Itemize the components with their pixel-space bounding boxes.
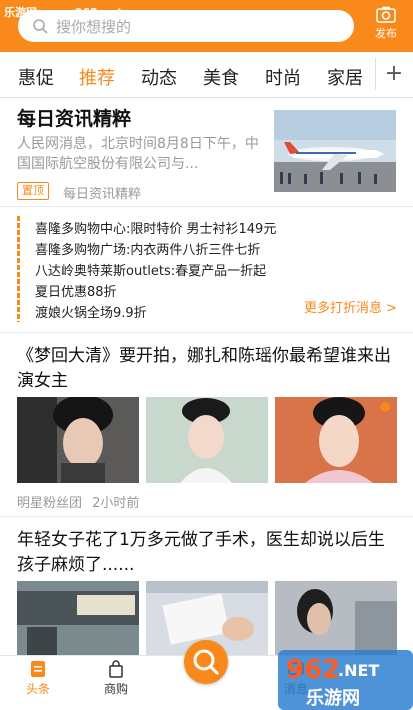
article-source: 明星粉丝团 — [17, 496, 83, 511]
svg-text:962: 962 — [286, 655, 340, 685]
svg-text:.NET: .NET — [338, 661, 379, 680]
deal-item[interactable]: 夏日优惠88折 — [35, 281, 117, 300]
top-bar: 乐游网 www.962.net 搜你想搜的 发布 — [0, 0, 413, 52]
tabs-divider — [375, 58, 376, 90]
tab-tuijian[interactable]: 推荐 — [79, 64, 115, 90]
article-title[interactable]: 年轻女子花了1万多元做了手术，医生却说以后生孩子麻烦了...... — [17, 528, 397, 578]
article-title[interactable]: 《梦回大清》要开拍，娜扎和陈瑶你最希望谁来出演女主 — [17, 344, 397, 394]
news-icon — [31, 661, 45, 677]
publish-button[interactable]: 发布 — [366, 6, 406, 41]
deal-item[interactable]: 渡娘火锅全场9.9折 — [35, 302, 147, 321]
nav-label: 头条 — [25, 682, 50, 696]
article-source: 每日资讯精粹 — [63, 187, 142, 202]
tab-dongtai[interactable]: 动态 — [141, 64, 177, 90]
article-thumbnail[interactable] — [274, 110, 396, 192]
deal-item[interactable]: 喜隆多购物广场:内衣两件八折三件七折 — [35, 239, 260, 258]
search-icon — [33, 19, 48, 34]
publish-label: 发布 — [375, 27, 397, 40]
article-image-row[interactable] — [17, 397, 397, 483]
nav-shanggou[interactable]: 商购 — [86, 660, 146, 697]
section-divider — [0, 332, 413, 333]
article-meta: 明星粉丝团 2小时前 — [17, 492, 139, 511]
article-image — [275, 397, 397, 483]
section-divider — [0, 516, 413, 517]
add-category-button[interactable]: + — [384, 60, 404, 88]
section-divider — [0, 206, 413, 207]
pinned-badge: 置顶 — [17, 182, 49, 200]
watermark-text: 乐游网 — [306, 688, 360, 709]
article-summary[interactable]: 人民网消息，北京时间8月8日下午，中国国际航空股份有限公司与... — [17, 134, 265, 174]
shopping-bag-icon — [109, 660, 123, 678]
article-image — [17, 581, 139, 655]
search-input[interactable]: 搜你想搜的 — [18, 10, 354, 42]
tab-meishi[interactable]: 美食 — [203, 64, 239, 90]
article-image — [146, 397, 268, 483]
camera-icon — [376, 6, 396, 23]
tab-jiaju[interactable]: 家居 — [327, 64, 363, 90]
search-fab-button[interactable] — [184, 640, 228, 684]
more-deals-link[interactable]: 更多打折消息 > — [304, 297, 397, 316]
deals-box: 喜隆多购物中心:限时特价 男士衬衫149元 喜隆多购物广场:内衣两件八折三件七折… — [17, 216, 397, 324]
tab-huicu[interactable]: 惠促 — [18, 64, 54, 90]
deal-item[interactable]: 八达岭奥特莱斯outlets:春夏产品一折起 — [35, 260, 266, 279]
article-title[interactable]: 每日资讯精粹 — [17, 104, 131, 131]
nav-toutiao[interactable]: 头条 — [8, 660, 68, 697]
article-image — [17, 397, 139, 483]
search-icon — [193, 649, 219, 675]
deals-accent-bar — [17, 216, 20, 322]
nav-label: 商购 — [103, 682, 128, 696]
category-tabs: 惠促 推荐 动态 美食 时尚 家居 — [0, 52, 413, 98]
tab-shishang[interactable]: 时尚 — [265, 64, 301, 90]
article-image — [275, 581, 397, 655]
deal-item[interactable]: 喜隆多购物中心:限时特价 男士衬衫149元 — [35, 218, 276, 237]
search-placeholder: 搜你想搜的 — [56, 17, 132, 36]
article-time: 2小时前 — [92, 496, 140, 511]
